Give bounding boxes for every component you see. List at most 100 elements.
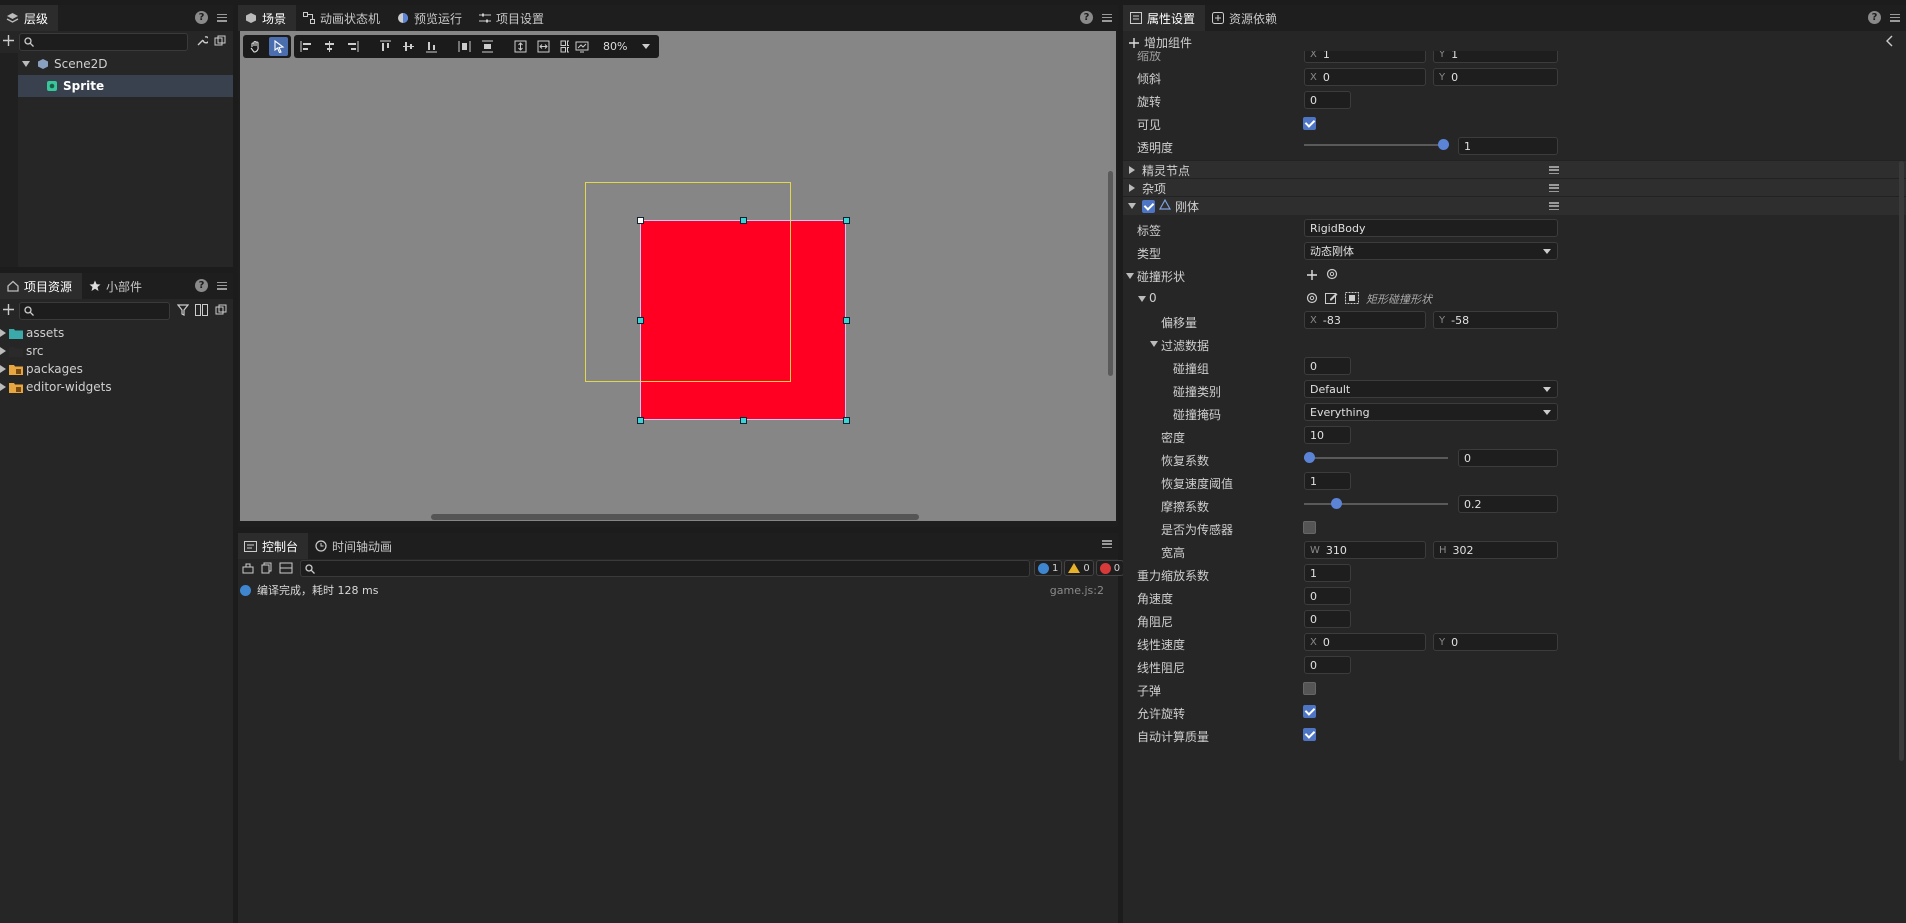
section-sprite[interactable]: 精灵节点	[1123, 160, 1906, 179]
align-left-button[interactable]	[297, 37, 316, 56]
align-center-h-button[interactable]	[320, 37, 339, 56]
inspector-scrollbar[interactable]	[1899, 161, 1904, 761]
distribute-v-button[interactable]	[478, 37, 497, 56]
visible-checkbox[interactable]	[1303, 117, 1316, 130]
warning-count-badge[interactable]: 0	[1064, 560, 1094, 576]
align-bottom-button[interactable]	[422, 37, 441, 56]
gravity-scale-input[interactable]: 1	[1304, 564, 1351, 582]
tab-project-assets[interactable]: 项目资源	[0, 273, 83, 299]
menu-icon[interactable]	[217, 13, 227, 23]
sensor-checkbox[interactable]	[1303, 521, 1316, 534]
menu-icon[interactable]	[1549, 183, 1559, 193]
tab-console[interactable]: 控制台	[238, 533, 309, 559]
split-view-icon[interactable]	[195, 304, 208, 319]
tree-item-sprite[interactable]: Sprite	[18, 75, 233, 97]
tab-preview[interactable]: 预览运行	[390, 5, 472, 31]
restitution-slider[interactable]	[1304, 452, 1448, 463]
menu-icon[interactable]	[1549, 201, 1559, 211]
collapse-icon[interactable]	[215, 304, 227, 319]
collapse-icon[interactable]	[214, 35, 226, 50]
collapse-icon[interactable]	[1128, 203, 1136, 209]
resize-handle[interactable]	[740, 217, 747, 224]
skew-y-input[interactable]: Y0	[1433, 68, 1558, 86]
tab-scene[interactable]: 场景	[238, 5, 297, 31]
angular-damping-input[interactable]: 0	[1304, 610, 1351, 628]
add-asset-icon[interactable]	[3, 304, 14, 315]
auto-mass-checkbox[interactable]	[1303, 728, 1316, 741]
menu-icon[interactable]	[1549, 165, 1559, 175]
friction-input[interactable]: 0.2	[1458, 495, 1558, 513]
assets-search-input[interactable]	[19, 302, 170, 320]
linear-velocity-y-input[interactable]: Y0	[1433, 633, 1558, 651]
scale-y-input[interactable]: Y1	[1433, 51, 1558, 63]
copy-icon[interactable]	[261, 562, 273, 577]
slider-knob[interactable]	[1304, 452, 1315, 463]
tab-dependencies[interactable]: 资源依赖	[1205, 5, 1287, 31]
linear-velocity-x-input[interactable]: X0	[1304, 633, 1426, 651]
log-entry[interactable]: 编译完成，耗时 128 ms game.js:2	[238, 581, 1118, 599]
scene-viewport[interactable]	[240, 31, 1116, 521]
fit-width-button[interactable]	[534, 37, 553, 56]
fit-height-button[interactable]	[511, 37, 530, 56]
friction-slider[interactable]	[1304, 498, 1448, 509]
clear-console-icon[interactable]	[242, 562, 254, 577]
align-center-v-button[interactable]	[399, 37, 418, 56]
tab-widgets[interactable]: 小部件	[82, 273, 152, 299]
expand-icon[interactable]	[1129, 184, 1135, 192]
density-input[interactable]: 10	[1304, 426, 1351, 444]
width-input[interactable]: W 310	[1304, 541, 1426, 559]
select-tool-button[interactable]	[269, 37, 288, 56]
add-node-icon[interactable]	[3, 35, 14, 46]
tab-timeline[interactable]: 时间轴动画	[308, 533, 402, 559]
resize-handle[interactable]	[637, 317, 644, 324]
zoom-select[interactable]: 80%	[595, 37, 656, 56]
hand-tool-button[interactable]	[246, 37, 265, 56]
mask-select[interactable]: Everything	[1304, 403, 1558, 421]
restitution-threshold-input[interactable]: 1	[1304, 472, 1351, 490]
category-select[interactable]: Default	[1304, 380, 1558, 398]
bullet-checkbox[interactable]	[1303, 682, 1316, 695]
section-misc[interactable]: 杂项	[1123, 178, 1906, 197]
back-icon[interactable]	[1885, 35, 1893, 50]
resize-handle[interactable]	[843, 417, 850, 424]
allow-rotation-checkbox[interactable]	[1303, 705, 1316, 718]
resize-handle[interactable]	[637, 217, 644, 224]
menu-icon[interactable]	[1102, 539, 1112, 549]
menu-icon[interactable]	[1102, 13, 1112, 23]
section-rigidbody[interactable]: 刚体	[1123, 196, 1906, 215]
rigidbody-enabled-checkbox[interactable]	[1142, 199, 1155, 213]
slider-knob[interactable]	[1438, 139, 1449, 150]
resize-handle[interactable]	[843, 317, 850, 324]
resize-handle[interactable]	[740, 417, 747, 424]
gear-icon[interactable]	[1326, 268, 1338, 283]
tab-properties[interactable]: 属性设置	[1123, 5, 1206, 31]
collapse-icon[interactable]	[1126, 273, 1134, 279]
group-input[interactable]: 0	[1304, 357, 1351, 375]
collapse-logs-icon[interactable]	[279, 562, 293, 577]
expand-icon[interactable]	[22, 61, 30, 67]
help-icon[interactable]: ?	[195, 11, 208, 24]
horizontal-scrollbar[interactable]	[431, 514, 919, 520]
expand-icon[interactable]	[0, 383, 6, 391]
tab-hierarchy[interactable]: 层级	[0, 5, 59, 31]
hierarchy-search-input[interactable]	[19, 33, 188, 51]
offset-y-input[interactable]: Y -58	[1433, 311, 1558, 329]
wrench-icon[interactable]	[196, 35, 210, 50]
edit-icon[interactable]	[1325, 292, 1338, 307]
angular-velocity-input[interactable]: 0	[1304, 587, 1351, 605]
linear-damping-input[interactable]: 0	[1304, 656, 1351, 674]
tab-project-settings[interactable]: 项目设置	[472, 5, 554, 31]
menu-icon[interactable]	[1890, 13, 1900, 23]
type-select[interactable]: 动态刚体	[1304, 242, 1558, 260]
log-source-link[interactable]: game.js:2	[1050, 584, 1104, 597]
slider-knob[interactable]	[1331, 498, 1342, 509]
expand-icon[interactable]	[0, 365, 6, 373]
skew-x-input[interactable]: X0	[1304, 68, 1426, 86]
alpha-input[interactable]: 1	[1458, 137, 1558, 155]
console-search-input[interactable]	[300, 560, 1030, 577]
expand-icon[interactable]	[1129, 166, 1135, 174]
add-component-button[interactable]: 增加组件	[1129, 34, 1192, 51]
offset-x-input[interactable]: X -83	[1304, 311, 1426, 329]
error-count-badge[interactable]: 0	[1095, 560, 1125, 576]
tab-animator[interactable]: 动画状态机	[296, 5, 390, 31]
